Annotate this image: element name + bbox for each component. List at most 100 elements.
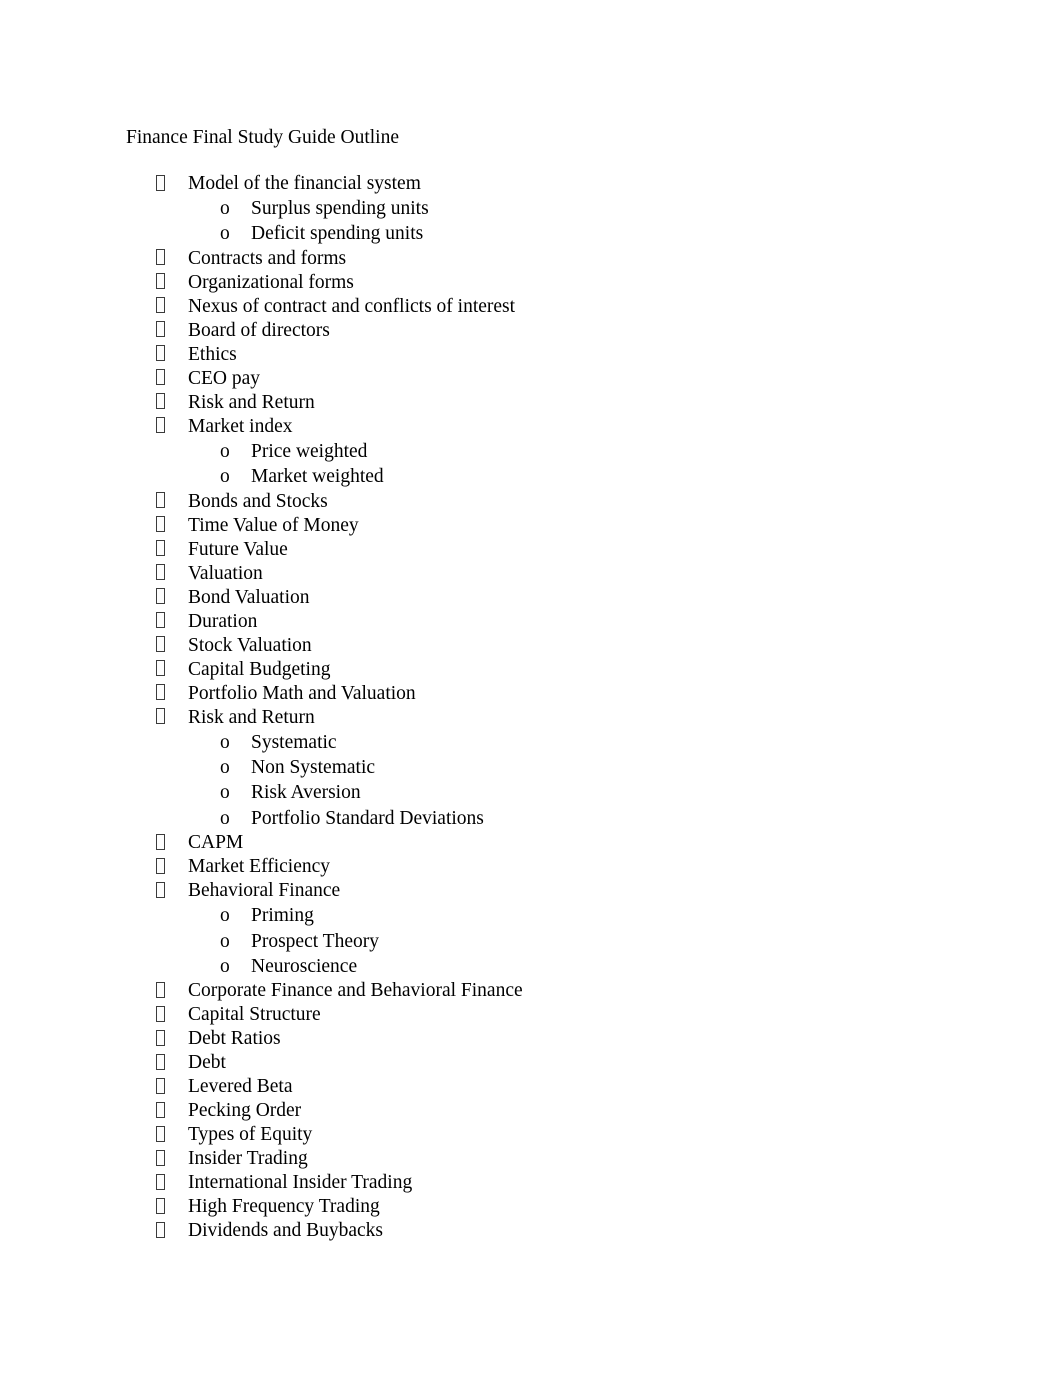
outline-item-label: Risk and Return [188, 391, 315, 413]
outline-item-label: Ethics [188, 343, 237, 365]
outline-item-label: Market index [188, 415, 293, 437]
outline-item-label: Time Value of Money [188, 514, 359, 536]
outline-item-label: Contracts and forms [188, 247, 347, 269]
bullet-square-icon [156, 857, 165, 874]
bullet-square-icon [156, 174, 165, 191]
bullet-square-icon [156, 708, 165, 725]
outline-item-level2: o Risk Aversion [126, 780, 966, 805]
bullet-square-icon [156, 1029, 165, 1046]
bullet-circle-icon: o [220, 440, 230, 462]
bullet-circle-icon: o [220, 905, 230, 927]
bullet-circle-icon: o [220, 782, 230, 804]
outline-item-level1: Bond Valuation [126, 586, 966, 610]
outline-item-label: Portfolio Math and Valuation [188, 682, 416, 704]
outline-item-level1: Behavioral Finance [126, 879, 966, 903]
outline-item-label: Risk and Return [188, 706, 315, 728]
outline-item-level1: Risk and Return [126, 706, 966, 730]
bullet-square-icon [156, 345, 165, 362]
outline-item-level1: Portfolio Math and Valuation [126, 682, 966, 706]
outline-item-label: Prospect Theory [251, 930, 379, 952]
bullet-square-icon [156, 636, 165, 653]
outline-item-label: Capital Budgeting [188, 658, 331, 680]
bullet-square-icon [156, 321, 165, 338]
outline-item-label: CAPM [188, 832, 244, 854]
outline-item-label: Debt Ratios [188, 1028, 281, 1050]
bullet-square-icon [156, 1221, 165, 1238]
bullet-square-icon [156, 1077, 165, 1094]
bullet-square-icon [156, 1101, 165, 1118]
outline-item-label: Future Value [188, 538, 288, 560]
outline-item-label: Surplus spending units [251, 198, 429, 219]
outline-item-label: International Insider Trading [188, 1172, 413, 1194]
bullet-square-icon [156, 1149, 165, 1166]
outline-item-label: Portfolio Standard Deviations [251, 807, 484, 829]
outline-item-level1: Duration [126, 610, 966, 634]
bullet-square-icon [156, 881, 165, 898]
outline-item-level1: Pecking Order [126, 1099, 966, 1123]
outline-item-label: Organizational forms [188, 271, 354, 293]
bullet-square-icon [156, 369, 165, 386]
outline-item-label: Insider Trading [188, 1148, 308, 1170]
outline-item-label: Neuroscience [251, 956, 358, 978]
bullet-circle-icon: o [220, 956, 230, 978]
outline-item-level1: Capital Budgeting [126, 658, 966, 682]
outline-item-label: Levered Beta [188, 1076, 293, 1098]
outline-item-label: Non Systematic [251, 757, 376, 779]
outline-item-level2: o Priming [126, 903, 966, 928]
bullet-circle-icon: o [220, 223, 230, 245]
bullet-circle-icon: o [220, 466, 230, 488]
outline-item-label: Valuation [188, 562, 263, 584]
outline-item-level2: o Prospect Theory [126, 929, 966, 954]
bullet-square-icon [156, 1197, 165, 1214]
outline-item-label: Stock Valuation [188, 634, 312, 656]
outline-item-label: Bonds and Stocks [188, 490, 328, 512]
outline-item-label: Behavioral Finance [188, 880, 341, 902]
outline-item-label: Priming [251, 905, 314, 927]
bullet-circle-icon: o [220, 198, 230, 219]
bullet-square-icon [156, 833, 165, 850]
outline-item-label: Nexus of contract and conflicts of inter… [188, 295, 516, 317]
bullet-square-icon [156, 540, 165, 557]
outline-item-label: High Frequency Trading [188, 1196, 380, 1218]
outline-item-level1: Ethics [126, 343, 966, 367]
outline-item-label: Debt [188, 1052, 226, 1074]
outline-item-level1: Levered Beta [126, 1075, 966, 1099]
bullet-square-icon [156, 660, 165, 677]
outline-item-level1: Model of the financial system [126, 172, 966, 196]
outline-item-level1: Insider Trading [126, 1147, 966, 1171]
outline-item-level1: Debt [126, 1051, 966, 1075]
outline-item-level1: Bonds and Stocks [126, 490, 966, 514]
bullet-square-icon [156, 1173, 165, 1190]
bullet-circle-icon: o [220, 757, 230, 779]
outline-item-label: Board of directors [188, 319, 330, 341]
outline-item-level1: Market index [126, 415, 966, 439]
outline-item-level1: Debt Ratios [126, 1027, 966, 1051]
outline-item-label: Market Efficiency [188, 856, 331, 878]
outline-item-level1: Capital Structure [126, 1003, 966, 1027]
bullet-square-icon [156, 273, 165, 290]
outline-item-level1: Valuation [126, 562, 966, 586]
outline-item-level2: o Market weighted [126, 464, 966, 489]
bullet-square-icon [156, 588, 165, 605]
outline-item-level1: CEO pay [126, 367, 966, 391]
outline-item-level2: o Price weighted [126, 439, 966, 464]
outline-item-level1: Contracts and forms [126, 247, 966, 271]
bullet-square-icon [156, 1053, 165, 1070]
bullet-circle-icon: o [220, 930, 230, 952]
bullet-square-icon [156, 417, 165, 434]
outline-item-level2: o Portfolio Standard Deviations [126, 806, 966, 831]
outline-item-label: Deficit spending units [251, 223, 424, 245]
outline-item-label: Market weighted [251, 466, 384, 488]
outline-item-level1: Time Value of Money [126, 514, 966, 538]
outline-item-label: Dividends and Buybacks [188, 1220, 383, 1242]
outline-item-label: Duration [188, 610, 258, 632]
outline-item-level1: Future Value [126, 538, 966, 562]
outline-item-level2: o Non Systematic [126, 755, 966, 780]
outline-item-level1: Organizational forms [126, 271, 966, 295]
bullet-square-icon [156, 297, 165, 314]
outline-list: Model of the financial system o Surplus sp… [126, 172, 966, 1243]
outline-item-level1: Dividends and Buybacks [126, 1219, 966, 1243]
outline-item-label: Bond Valuation [188, 586, 310, 608]
bullet-square-icon [156, 1005, 165, 1022]
bullet-square-icon [156, 492, 165, 509]
